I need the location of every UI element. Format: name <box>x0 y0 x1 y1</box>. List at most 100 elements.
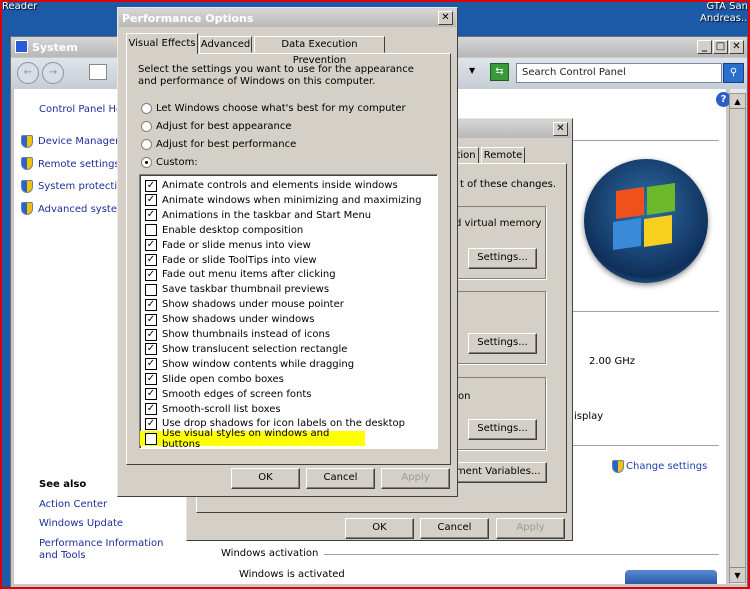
close-button[interactable]: ✕ <box>729 40 744 54</box>
checkbox[interactable]: ✓ <box>145 254 157 266</box>
radio-button[interactable] <box>141 103 152 114</box>
performance-options-title-bar[interactable]: Performance Options <box>119 9 456 27</box>
effect-item[interactable]: ✓ Fade or slide menus into view <box>145 238 437 253</box>
effect-item[interactable]: ✓ Show shadows under windows <box>145 312 437 327</box>
checkbox[interactable]: ✓ <box>145 373 157 386</box>
shield-icon <box>21 180 33 193</box>
apply-button[interactable]: Apply <box>496 518 565 539</box>
radio-button[interactable] <box>141 157 152 168</box>
radio-button[interactable] <box>141 139 152 150</box>
scroll-down-icon[interactable]: ▼ <box>730 567 745 582</box>
radio-label[interactable]: Custom: <box>156 157 198 168</box>
remote-settings-link[interactable]: Remote settings <box>38 159 120 170</box>
effect-item[interactable]: ✓ Fade out menu items after clicking <box>145 267 437 282</box>
effect-label: Show translucent selection rectangle <box>162 343 348 355</box>
effect-item[interactable]: ✓ Show window contents while dragging <box>145 357 437 372</box>
advanced-system-link[interactable]: Advanced system <box>38 204 127 215</box>
activation-status: Windows is activated <box>239 569 345 580</box>
back-button[interactable]: ← <box>17 62 39 84</box>
system-protection-link[interactable]: System protection <box>38 181 130 192</box>
vertical-scrollbar[interactable]: ▲ ▼ <box>729 93 746 583</box>
change-settings-link[interactable]: Change settings <box>626 461 707 472</box>
checkbox[interactable]: ✓ <box>145 403 157 415</box>
effect-label: Fade out menu items after clicking <box>162 269 336 281</box>
effect-item[interactable]: ✓ Animate controls and elements inside w… <box>145 178 437 193</box>
effect-label: Slide open combo boxes <box>162 373 284 385</box>
scroll-up-icon[interactable]: ▲ <box>730 94 745 109</box>
search-input[interactable]: Search Control Panel <box>516 63 722 83</box>
activation-heading: Windows activation <box>221 548 319 559</box>
checkbox[interactable]: ✓ <box>145 343 157 356</box>
tab-advanced[interactable]: Advanced <box>199 36 252 53</box>
checkbox[interactable]: ✓ <box>145 313 157 326</box>
minimize-button[interactable]: _ <box>697 40 712 54</box>
user-profiles-settings-button[interactable]: Settings... <box>468 333 537 354</box>
cancel-button[interactable]: Cancel <box>306 468 375 489</box>
maximize-button[interactable]: □ <box>713 40 728 54</box>
tab-remote[interactable]: Remote <box>481 147 525 164</box>
effect-label: Smooth edges of screen fonts <box>162 388 312 400</box>
intro-text: Select the settings you want to use for … <box>138 64 414 87</box>
checkbox[interactable]: ✓ <box>145 358 157 371</box>
effect-item[interactable]: ✓ Animate windows when minimizing and ma… <box>145 193 437 208</box>
checkbox[interactable]: ✓ <box>145 388 157 401</box>
effect-label: Animate windows when minimizing and maxi… <box>162 194 422 206</box>
effect-item[interactable]: ✓ Fade or slide ToolTips into view <box>145 253 437 268</box>
desktop-icon-gta[interactable]: GTA San Andreas... <box>700 1 750 25</box>
effect-label: Fade or slide menus into view <box>162 239 311 251</box>
checkbox[interactable]: ✓ <box>145 417 157 430</box>
performance-info-link[interactable]: Performance Information and Tools <box>39 538 179 562</box>
cancel-button[interactable]: Cancel <box>420 518 489 539</box>
startup-settings-button[interactable]: Settings... <box>468 419 537 440</box>
ok-button[interactable]: OK <box>345 518 414 539</box>
effect-item[interactable]: ✓ Smooth edges of screen fonts <box>145 387 437 402</box>
checkbox[interactable] <box>145 283 157 296</box>
checkbox[interactable]: ✓ <box>145 194 157 207</box>
effect-item[interactable]: ✓ Slide open combo boxes <box>145 372 437 387</box>
performance-group-text: d virtual memory <box>455 218 542 229</box>
refresh-icon[interactable]: ⇆ <box>490 63 509 81</box>
apply-button[interactable]: Apply <box>381 468 450 489</box>
effect-label: Animations in the taskbar and Start Menu <box>162 209 372 221</box>
search-icon[interactable]: ⚲ <box>723 63 744 83</box>
checkbox[interactable]: ✓ <box>145 328 157 341</box>
windows-update-link[interactable]: Windows Update <box>39 518 123 529</box>
action-center-link[interactable]: Action Center <box>39 499 107 510</box>
effect-item[interactable]: Enable desktop composition <box>145 223 437 238</box>
genuine-badge <box>625 570 717 584</box>
effect-item[interactable]: ✓ Smooth-scroll list boxes <box>145 402 437 417</box>
tab-visual-effects[interactable]: Visual Effects <box>126 33 198 54</box>
close-button[interactable]: ✕ <box>438 11 453 25</box>
forward-button[interactable]: → <box>42 62 64 84</box>
effect-item[interactable]: ✓ Animations in the taskbar and Start Me… <box>145 208 437 223</box>
divider <box>573 140 719 141</box>
effect-item[interactable]: ✓ Show translucent selection rectangle <box>145 342 437 357</box>
close-button[interactable]: ✕ <box>553 122 568 136</box>
effect-item[interactable]: Save taskbar thumbnail previews <box>145 282 437 297</box>
effect-item[interactable]: ✓ Show shadows under mouse pointer <box>145 297 437 312</box>
checkbox[interactable]: ✓ <box>145 268 157 281</box>
tab-data-execution-prevention[interactable]: Data Execution Prevention <box>254 36 385 66</box>
checkbox[interactable]: ✓ <box>145 239 157 252</box>
performance-settings-button[interactable]: Settings... <box>468 248 537 269</box>
checkbox[interactable]: ✓ <box>145 209 157 222</box>
effect-item[interactable]: ✓ Show thumbnails instead of icons <box>145 327 437 342</box>
address-bar[interactable] <box>89 64 107 80</box>
checkbox[interactable]: ✓ <box>145 298 157 311</box>
shield-icon <box>21 135 33 148</box>
effect-label: Fade or slide ToolTips into view <box>162 254 317 266</box>
checkbox[interactable] <box>145 432 157 445</box>
effect-item[interactable]: Use visual styles on windows and buttons <box>140 428 365 450</box>
ok-button[interactable]: OK <box>231 468 300 489</box>
shield-icon <box>21 202 33 215</box>
radio-label[interactable]: Adjust for best performance <box>156 139 296 150</box>
device-manager-link[interactable]: Device Manager <box>38 136 119 147</box>
checkbox[interactable] <box>145 224 157 237</box>
radio-label[interactable]: Adjust for best appearance <box>156 121 292 132</box>
effects-list[interactable]: ✓ Animate controls and elements inside w… <box>139 174 438 450</box>
checkbox[interactable]: ✓ <box>145 179 157 192</box>
desktop-icon-reader[interactable]: Reader <box>2 1 37 13</box>
radio-label[interactable]: Let Windows choose what's best for my co… <box>156 103 406 114</box>
address-dropdown-icon[interactable]: ▼ <box>469 66 475 75</box>
radio-button[interactable] <box>141 121 152 132</box>
